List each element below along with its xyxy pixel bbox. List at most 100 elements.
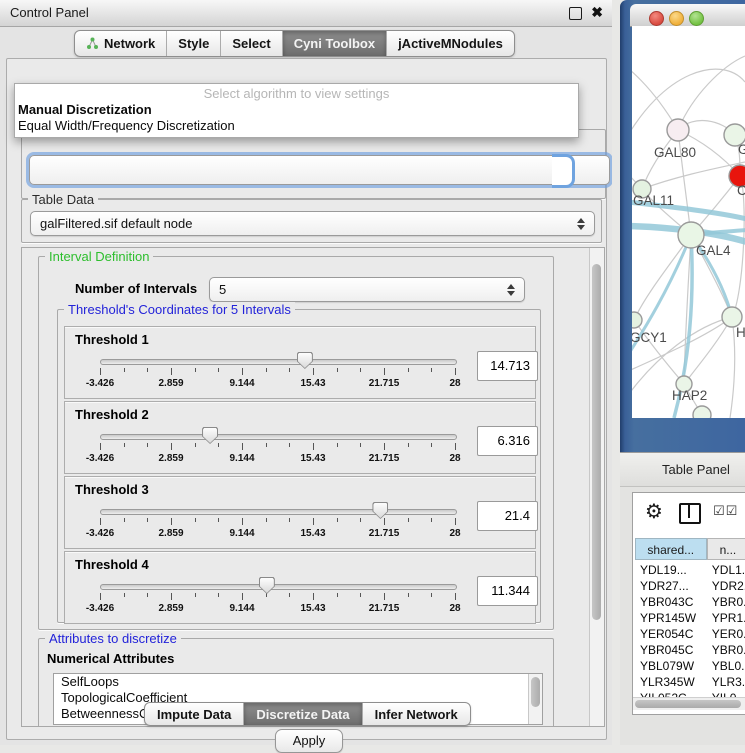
number-of-intervals-value: 5 <box>219 282 226 297</box>
table-cell[interactable]: YDL1... <box>707 562 745 578</box>
table-cell[interactable]: YLR3... <box>707 674 745 690</box>
node-label: GAL80 <box>654 145 696 160</box>
slider-thumb[interactable] <box>372 502 388 519</box>
tab-style[interactable]: Style <box>166 31 220 56</box>
network-icon <box>86 37 99 50</box>
network-node[interactable] <box>693 406 711 418</box>
minimize-light-icon[interactable] <box>669 11 684 26</box>
table-row[interactable]: YER054CYER0... <box>635 626 745 642</box>
tick-label: 2.859 <box>158 453 183 464</box>
algorithm-option-2[interactable]: Equal Width/Frequency Discretization <box>18 118 235 133</box>
table-cell[interactable]: YER054C <box>635 626 707 642</box>
table-cell[interactable]: YDR27... <box>635 578 707 594</box>
threshold-value-field[interactable]: 11.344 <box>477 576 538 606</box>
slider-track[interactable] <box>100 584 457 590</box>
table-row[interactable]: YBR045CYBR0... <box>635 642 745 658</box>
minor-tick <box>289 518 290 522</box>
number-of-intervals-combobox[interactable]: 5 <box>209 277 525 302</box>
table-row[interactable]: YBR043CYBR0... <box>635 594 745 610</box>
close-light-icon[interactable] <box>649 11 664 26</box>
table-cell[interactable]: YBR045C <box>635 642 707 658</box>
slider-thumb[interactable] <box>259 577 275 594</box>
scrollbar-thumb[interactable] <box>592 264 601 620</box>
columns-icon[interactable] <box>679 503 701 524</box>
table-horizontal-scrollbar[interactable] <box>633 697 745 710</box>
slider-thumb[interactable] <box>297 352 313 369</box>
minor-tick <box>408 368 409 372</box>
tab-cyni-toolbox[interactable]: Cyni Toolbox <box>282 31 386 56</box>
settings-vertical-scrollbar[interactable] <box>589 248 604 726</box>
minor-tick <box>360 593 361 597</box>
tab-network[interactable]: Network <box>75 31 166 56</box>
table-toolbar: ⚙ ☑☑ <box>633 493 745 533</box>
table-row[interactable]: YDR27...YDR2... <box>635 578 745 594</box>
mode-tab-discretize-data[interactable]: Discretize Data <box>243 703 361 725</box>
close-icon[interactable]: ✖ <box>591 4 603 21</box>
network-canvas[interactable]: GAL80GACGAL11GAL4GCY1HHAP2 <box>632 26 745 418</box>
table-data-selected-value: galFiltered.sif default node <box>40 216 192 231</box>
minor-tick <box>408 593 409 597</box>
tab-select[interactable]: Select <box>220 31 281 56</box>
minor-tick <box>266 368 267 372</box>
minor-tick <box>266 518 267 522</box>
minor-tick <box>124 593 125 597</box>
table-row[interactable]: YLR345WYLR3... <box>635 674 745 690</box>
table-cell[interactable]: YBL0... <box>707 658 745 674</box>
attribute-list-item[interactable]: SelfLoops <box>54 674 542 690</box>
major-tick <box>313 368 314 375</box>
table-cell[interactable]: YBL079W <box>635 658 707 674</box>
threshold-value-field[interactable]: 6.316 <box>477 426 538 456</box>
table-data-combobox[interactable]: galFiltered.sif default node <box>30 211 595 236</box>
apply-button[interactable]: Apply <box>275 729 343 753</box>
algorithm-option-1[interactable]: Manual Discretization <box>18 102 152 117</box>
gear-icon[interactable]: ⚙ <box>645 499 663 523</box>
scrollbar-thumb[interactable] <box>531 677 540 707</box>
scrollbar-thumb[interactable] <box>635 700 741 708</box>
network-node[interactable] <box>667 119 689 141</box>
table-cell[interactable]: YBR0... <box>707 594 745 610</box>
combo-stepper-icon[interactable] <box>507 284 516 296</box>
table-cell[interactable]: YBR0... <box>707 642 745 658</box>
slider-track[interactable] <box>100 434 457 440</box>
major-tick <box>100 593 101 600</box>
combo-stepper-icon[interactable] <box>577 218 586 230</box>
column-header-1[interactable]: shared... <box>635 538 707 560</box>
mode-tab-impute-data[interactable]: Impute Data <box>145 703 243 725</box>
tick-label: 15.43 <box>300 528 325 539</box>
zoom-light-icon[interactable] <box>689 11 704 26</box>
network-edge <box>678 56 745 130</box>
tick-label: 9.144 <box>229 528 254 539</box>
tab-jactivemnodules[interactable]: jActiveMNodules <box>386 31 514 56</box>
table-row[interactable]: YPR145WYPR1... <box>635 610 745 626</box>
column-header-2[interactable]: n... <box>707 538 745 560</box>
table-row[interactable]: YDL19...YDL1... <box>635 562 745 578</box>
float-window-icon[interactable] <box>569 7 582 20</box>
major-tick <box>100 368 101 375</box>
minor-tick <box>360 443 361 447</box>
table-cell[interactable]: YLR345W <box>635 674 707 690</box>
checkboxes-icon[interactable]: ☑☑ <box>713 504 738 519</box>
table-cell[interactable]: YER0... <box>707 626 745 642</box>
attributes-scrollbar[interactable] <box>528 674 542 724</box>
tab-label: Cyni Toolbox <box>294 36 375 51</box>
algorithm-combobox[interactable] <box>29 155 610 185</box>
slider-thumb[interactable] <box>202 427 218 444</box>
tick-label: 28 <box>449 528 460 539</box>
slider-track[interactable] <box>100 509 457 515</box>
table-cell[interactable]: YDR2... <box>707 578 745 594</box>
table-cell[interactable]: YBR043C <box>635 594 707 610</box>
table-cell[interactable]: YDL19... <box>635 562 707 578</box>
threshold-value-field[interactable]: 21.4 <box>477 501 538 531</box>
mode-tab-infer-network[interactable]: Infer Network <box>362 703 470 725</box>
slider-track[interactable] <box>100 359 457 365</box>
network-node[interactable] <box>632 312 642 328</box>
threshold-value-field[interactable]: 14.713 <box>477 351 538 381</box>
minor-tick <box>289 368 290 372</box>
table-data-group: Table Data galFiltered.sif default node <box>21 199 602 243</box>
cyni-mode-tabs: Impute DataDiscretize DataInfer Network <box>144 702 471 726</box>
table-cell[interactable]: YPR145W <box>635 610 707 626</box>
table-cell[interactable]: YPR1... <box>707 610 745 626</box>
table-row[interactable]: YBL079WYBL0... <box>635 658 745 674</box>
major-tick <box>171 593 172 600</box>
network-node[interactable] <box>722 307 742 327</box>
